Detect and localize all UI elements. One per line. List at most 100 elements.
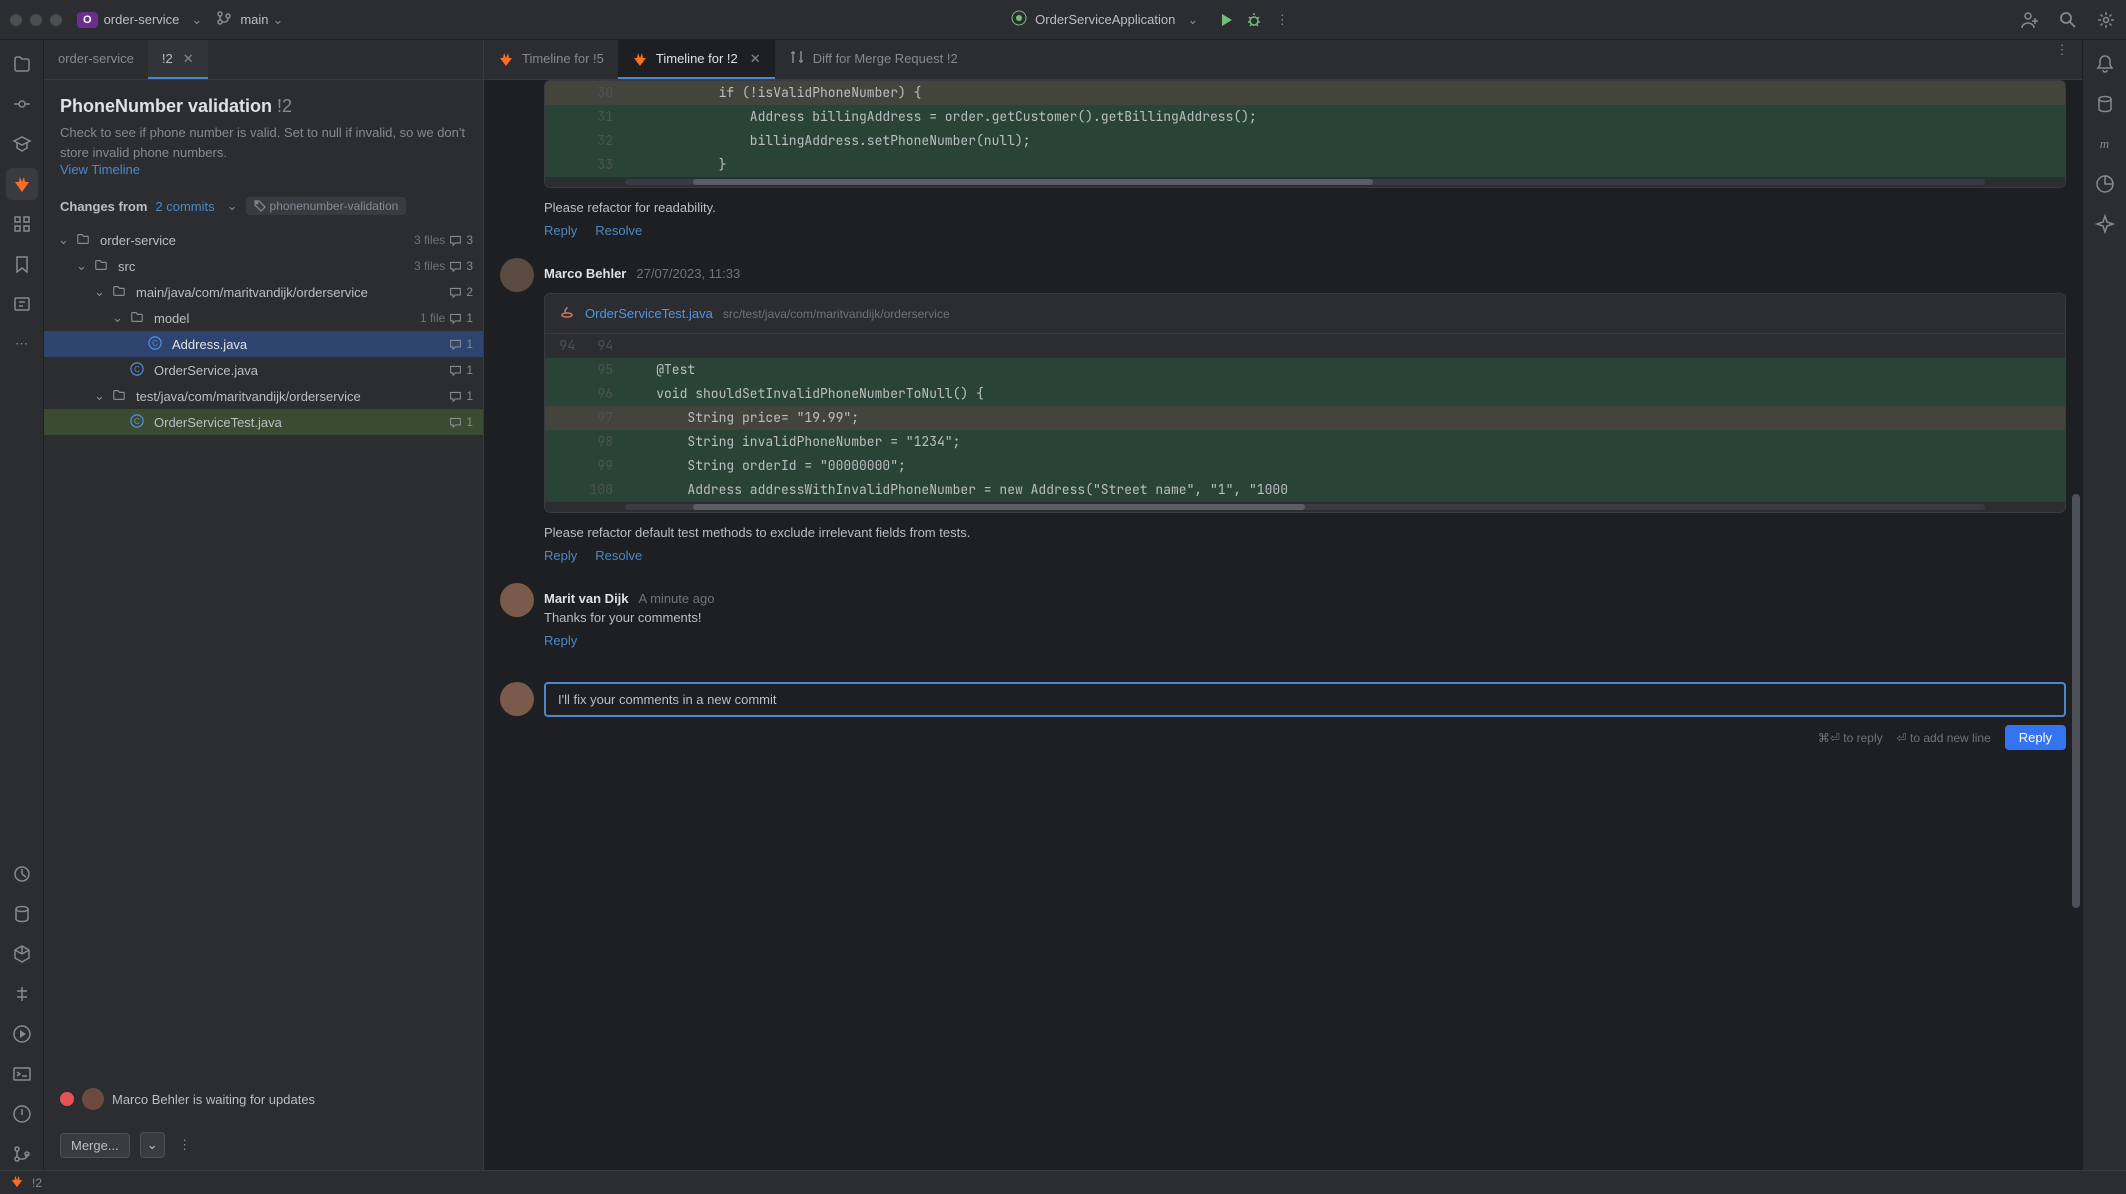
tab-label: Timeline for !5 — [522, 51, 604, 66]
class-icon: C — [130, 362, 146, 379]
commits-link[interactable]: 2 commits — [155, 199, 214, 214]
mr-description: Check to see if phone number is valid. S… — [60, 123, 467, 162]
keyboard-hint: ⌘⏎ to reply — [1818, 731, 1883, 745]
structure-tool-icon[interactable] — [6, 208, 38, 240]
window-close[interactable] — [10, 14, 22, 26]
run-button[interactable] — [1216, 10, 1236, 30]
gitlab-tool-icon[interactable] — [6, 168, 38, 200]
bookmarks-tool-icon[interactable] — [6, 248, 38, 280]
merge-button[interactable]: Merge... — [60, 1133, 130, 1158]
tree-row[interactable]: ⌄src 3 files 3 — [44, 253, 483, 279]
comment-timestamp: 27/07/2023, 11:33 — [636, 266, 740, 281]
tree-row[interactable]: COrderService.java 1 — [44, 357, 483, 383]
panel-tab-project[interactable]: order-service — [44, 40, 148, 79]
maven-icon[interactable]: m — [2089, 128, 2121, 160]
code-line: 99 String orderId = "00000000"; — [545, 454, 2065, 478]
code-with-me-icon[interactable] — [2020, 10, 2040, 30]
database-icon[interactable] — [6, 898, 38, 930]
editor-tab-diff[interactable]: Diff for Merge Request !2 — [775, 40, 972, 79]
file-link[interactable]: OrderServiceTest.java — [585, 306, 713, 321]
chevron-down-icon[interactable]: ⌄ — [227, 198, 238, 214]
mr-number: !2 — [277, 96, 292, 116]
git-tool-icon[interactable] — [6, 1138, 38, 1170]
vertical-scrollbar[interactable] — [2072, 80, 2080, 1170]
ai-assistant-icon[interactable] — [2089, 208, 2121, 240]
chevron-down-icon[interactable]: ⌄ — [1187, 12, 1198, 28]
database-right-icon[interactable] — [2089, 88, 2121, 120]
services-icon[interactable] — [6, 938, 38, 970]
terminal-icon[interactable] — [6, 1058, 38, 1090]
horizontal-scrollbar[interactable] — [625, 179, 1985, 185]
svg-text:C: C — [152, 339, 158, 348]
debug-button[interactable] — [1244, 10, 1264, 30]
chevron-down-icon[interactable]: ⌄ — [273, 12, 284, 28]
project-name[interactable]: order-service — [104, 12, 180, 27]
horizontal-scrollbar[interactable] — [625, 504, 1985, 510]
more-actions[interactable]: ⋮ — [175, 1135, 195, 1155]
window-maximize[interactable] — [50, 14, 62, 26]
folder-icon — [76, 232, 92, 249]
tree-row[interactable]: ⌄main/java/com/maritvandijk/orderservice… — [44, 279, 483, 305]
tree-caret-icon[interactable]: ⌄ — [94, 388, 108, 404]
svg-text:C: C — [134, 365, 140, 374]
settings-icon[interactable] — [2096, 10, 2116, 30]
vcs-branch-icon[interactable] — [216, 10, 232, 29]
resolve-link[interactable]: Resolve — [595, 548, 642, 563]
more-tabs-icon[interactable]: ⋮ — [2052, 40, 2072, 60]
file-path: src/test/java/com/maritvandijk/orderserv… — [723, 307, 950, 321]
reply-link[interactable]: Reply — [544, 633, 577, 648]
tree-caret-icon[interactable]: ⌄ — [76, 258, 90, 274]
reply-link[interactable]: Reply — [544, 548, 577, 563]
branch-name[interactable]: main — [240, 12, 268, 27]
editor-tab-timeline-2[interactable]: Timeline for !2 ✕ — [618, 40, 775, 79]
reply-button[interactable]: Reply — [2005, 725, 2066, 750]
file-tree[interactable]: ⌄order-service 3 files 3⌄src 3 files 3⌄m… — [44, 223, 483, 1088]
status-text: Marco Behler is waiting for updates — [112, 1092, 315, 1107]
endpoints-icon[interactable] — [6, 978, 38, 1010]
run-config-name[interactable]: OrderServiceApplication — [1035, 12, 1175, 27]
tree-caret-icon[interactable]: ⌄ — [112, 310, 126, 326]
comment-count: 1 — [449, 389, 473, 403]
code-line: 9494 — [545, 334, 2065, 358]
more-tools-icon[interactable]: ⋯ — [6, 328, 38, 360]
java-file-icon — [559, 304, 575, 323]
tree-label: src — [118, 259, 404, 274]
window-minimize[interactable] — [30, 14, 42, 26]
changes-from-label: Changes from — [60, 199, 147, 214]
tree-label: Address.java — [172, 337, 445, 352]
pull-requests-icon[interactable] — [6, 288, 38, 320]
notifications-icon[interactable] — [2089, 48, 2121, 80]
reply-link[interactable]: Reply — [544, 223, 577, 238]
avatar — [500, 583, 534, 617]
run-config-icon — [1011, 10, 1027, 29]
tree-row[interactable]: ⌄order-service 3 files 3 — [44, 227, 483, 253]
project-tool-icon[interactable] — [6, 48, 38, 80]
editor-tab-timeline-5[interactable]: Timeline for !5 — [484, 40, 618, 79]
resolve-link[interactable]: Resolve — [595, 223, 642, 238]
gitlab-status-icon[interactable] — [10, 1174, 24, 1191]
coverage-icon[interactable] — [2089, 168, 2121, 200]
commit-tool-icon[interactable] — [6, 88, 38, 120]
run-tool-icon[interactable] — [6, 1018, 38, 1050]
view-timeline-link[interactable]: View Timeline — [60, 162, 467, 177]
code-block: OrderServiceTest.java src/test/java/com/… — [544, 293, 2066, 513]
problems-icon[interactable] — [6, 1098, 38, 1130]
close-icon[interactable]: ✕ — [183, 51, 194, 67]
tree-caret-icon[interactable]: ⌄ — [94, 284, 108, 300]
reply-input[interactable] — [544, 682, 2066, 717]
profiler-icon[interactable] — [6, 858, 38, 890]
chevron-down-icon[interactable]: ⌄ — [191, 12, 202, 28]
search-icon[interactable] — [2058, 10, 2078, 30]
tree-row[interactable]: CAddress.java 1 — [44, 331, 483, 357]
tree-row[interactable]: ⌄model 1 file 1 — [44, 305, 483, 331]
learn-tool-icon[interactable] — [6, 128, 38, 160]
merge-dropdown[interactable]: ⌄ — [140, 1132, 165, 1158]
tree-caret-icon[interactable]: ⌄ — [58, 232, 72, 248]
close-icon[interactable]: ✕ — [750, 51, 761, 67]
more-actions[interactable]: ⋮ — [1272, 10, 1292, 30]
tree-row[interactable]: COrderServiceTest.java 1 — [44, 409, 483, 435]
tree-row[interactable]: ⌄test/java/com/maritvandijk/orderservice… — [44, 383, 483, 409]
code-line: 33 } — [545, 153, 2065, 177]
status-mr-label[interactable]: !2 — [32, 1176, 42, 1190]
panel-tab-mr[interactable]: !2 ✕ — [148, 40, 208, 79]
